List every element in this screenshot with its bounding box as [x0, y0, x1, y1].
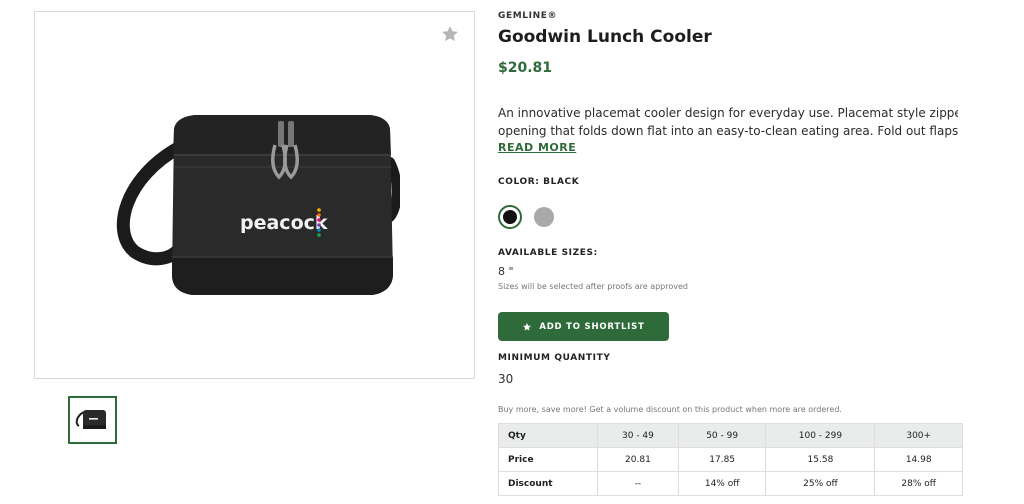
table-cell: 28% off [874, 471, 963, 496]
add-to-shortlist-button[interactable]: ADD TO SHORTLIST [498, 312, 669, 341]
table-row: Discount -- 14% off 25% off 28% off [498, 471, 963, 496]
table-cell: -- [597, 471, 679, 496]
volume-pricing-table: Qty 30 - 49 50 - 99 100 - 299 300+ Price… [498, 423, 963, 496]
table-header-row: Qty 30 - 49 50 - 99 100 - 299 300+ [498, 423, 963, 448]
thumbnail-1[interactable] [68, 396, 117, 444]
size-note: Sizes will be selected after proofs are … [498, 282, 688, 291]
table-header-cell: 300+ [874, 423, 963, 448]
table-cell: 14.98 [874, 447, 963, 472]
peacock-logo-text: peacock [240, 212, 328, 234]
sizes-label: AVAILABLE SIZES: [498, 248, 598, 258]
color-label: COLOR: BLACK [498, 177, 580, 187]
volume-discount-note: Buy more, save more! Get a volume discou… [498, 405, 842, 414]
read-more-link[interactable]: READ MORE [498, 141, 576, 154]
product-price: $20.81 [498, 60, 553, 76]
table-header-cell: 50 - 99 [677, 423, 767, 448]
description-line: opening that folds down flat into an eas… [498, 124, 958, 138]
table-cell: 14% off [677, 471, 767, 496]
table-row: Price 20.81 17.85 15.58 14.98 [498, 447, 963, 472]
cooler-thumbnail-image [75, 410, 106, 429]
brand-name: GEMLINE® [498, 11, 558, 21]
product-title: Goodwin Lunch Cooler [498, 27, 712, 47]
table-header-cell: Qty [498, 423, 598, 448]
table-header-cell: 100 - 299 [765, 423, 876, 448]
description-line: An innovative placemat cooler design for… [498, 106, 958, 120]
table-cell: 25% off [765, 471, 876, 496]
minimum-quantity-value: 30 [498, 372, 514, 386]
size-value: 8 " [498, 265, 514, 278]
table-header-cell: 30 - 49 [597, 423, 679, 448]
favorite-star-icon[interactable] [440, 24, 460, 44]
table-cell: Price [498, 447, 598, 472]
minimum-quantity-label: MINIMUM QUANTITY [498, 353, 611, 363]
color-swatch-gray[interactable] [534, 207, 554, 227]
table-cell: 15.58 [765, 447, 876, 472]
table-cell: Discount [498, 471, 598, 496]
table-cell: 17.85 [677, 447, 767, 472]
star-icon [523, 322, 532, 331]
product-image-viewer: peacock [34, 11, 475, 379]
table-cell: 20.81 [597, 447, 679, 472]
color-swatch-black[interactable] [498, 205, 522, 229]
shortlist-button-label: ADD TO SHORTLIST [539, 321, 645, 332]
cooler-bag-image: peacock [116, 115, 400, 295]
product-description: An innovative placemat cooler design for… [498, 104, 958, 140]
